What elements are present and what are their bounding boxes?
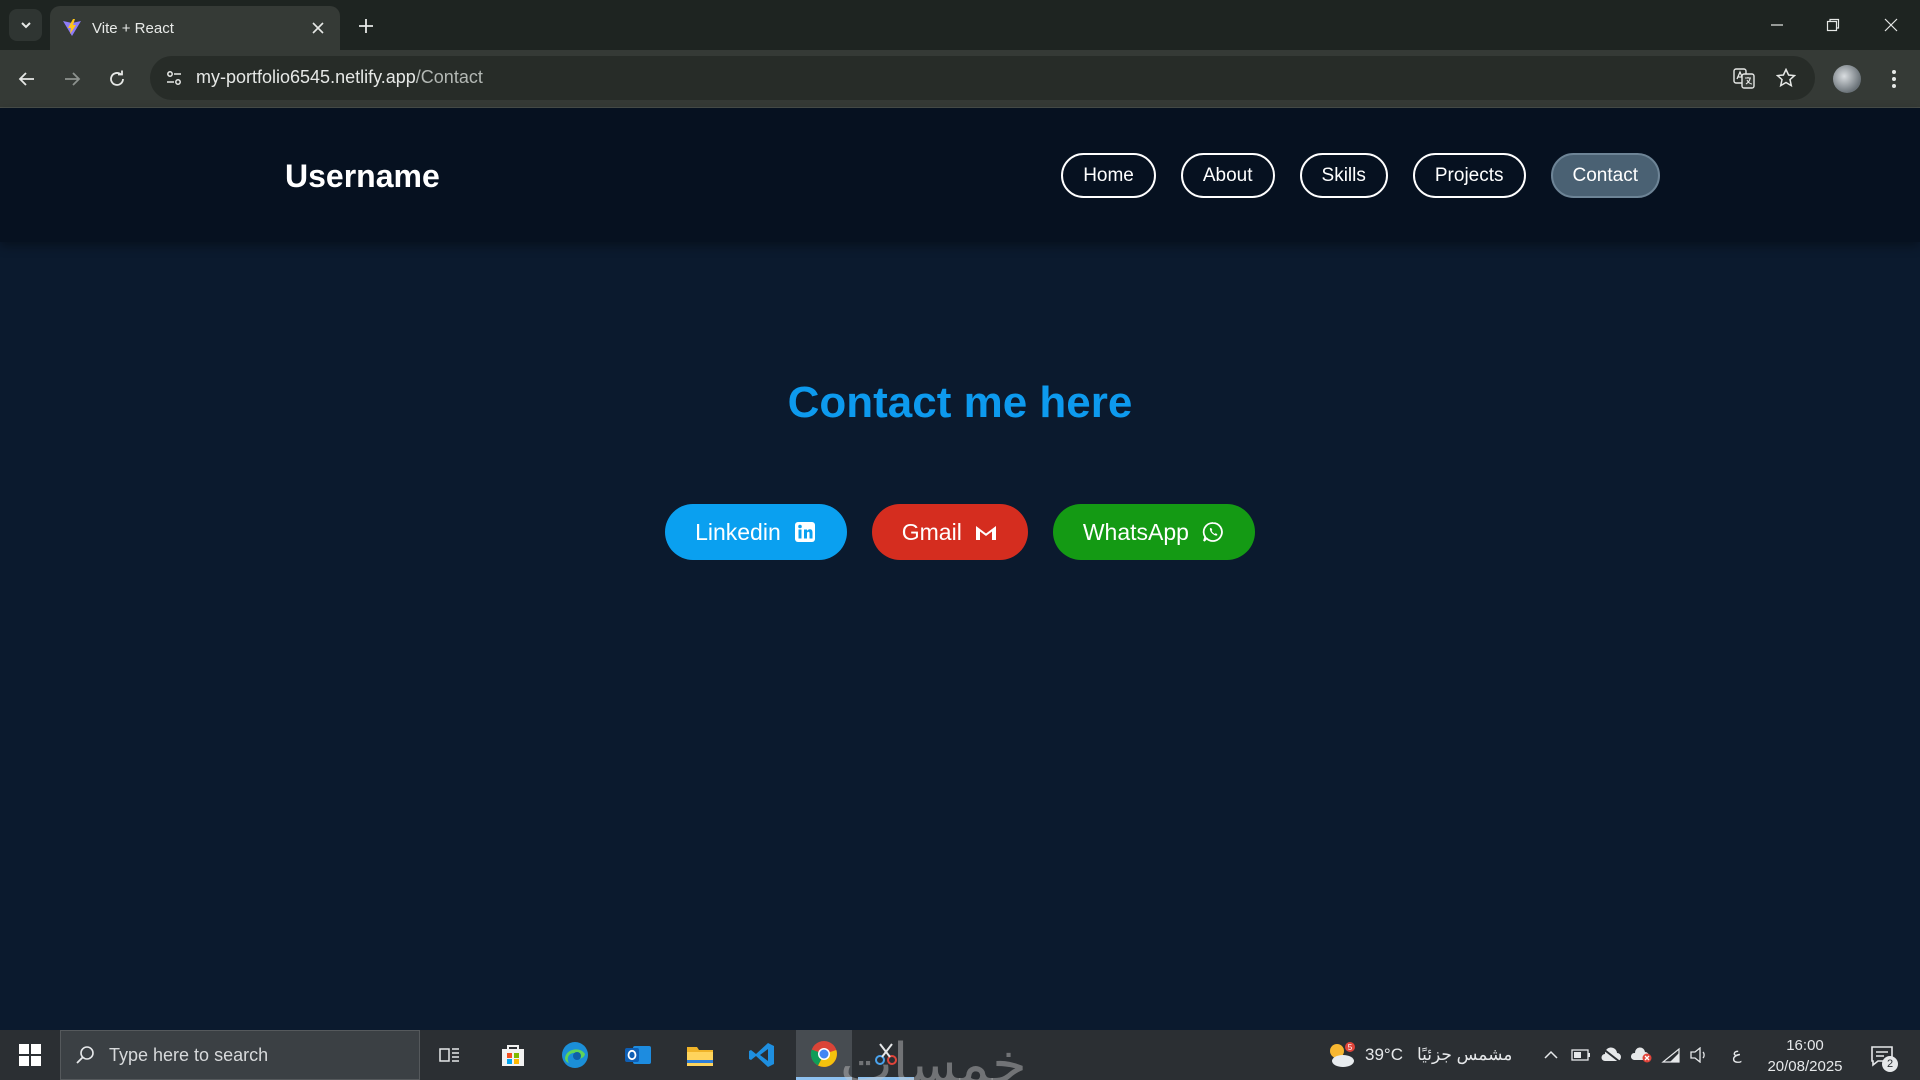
arrow-right-icon <box>65 72 81 86</box>
weather-badge: 5 <box>1348 1043 1353 1052</box>
contact-heading: Contact me here <box>787 378 1133 427</box>
nav-projects[interactable]: Projects <box>1412 153 1526 198</box>
linkedin-icon <box>793 520 817 544</box>
wifi-icon[interactable] <box>1658 1030 1684 1080</box>
weather-sun-cloud-icon: 5 <box>1330 1042 1355 1067</box>
close-window-button[interactable] <box>1876 10 1906 40</box>
site-info-button[interactable] <box>160 64 188 92</box>
contact-buttons: Linkedin Gmail WhatsApp <box>0 504 1920 560</box>
more-vert-icon <box>1892 70 1896 88</box>
nav-contact[interactable]: Contact <box>1550 153 1660 198</box>
task-view-icon <box>439 1048 459 1062</box>
watermark-logo: خمسات <box>840 1032 1027 1080</box>
weather-temperature: 39°C <box>1365 1045 1403 1064</box>
url-text: my-portfolio6545.netlify.app/Contact <box>196 67 483 88</box>
bookmark-star-icon[interactable] <box>1772 64 1800 92</box>
folder-icon <box>687 1047 713 1066</box>
tray-chevron-icon[interactable] <box>1538 1030 1564 1080</box>
windows-logo-icon <box>19 1044 41 1066</box>
linkedin-button[interactable]: Linkedin <box>665 504 847 560</box>
weather-condition: مشمس جزئيًا <box>1416 1045 1513 1064</box>
gmail-icon <box>974 520 998 544</box>
search-placeholder: Type here to search <box>109 1044 269 1065</box>
chevron-down-icon <box>20 22 31 29</box>
back-button[interactable] <box>12 64 42 94</box>
nav-about[interactable]: About <box>1180 153 1275 198</box>
reload-icon <box>110 70 124 86</box>
whatsapp-icon <box>1201 520 1225 544</box>
site-brand[interactable]: Username <box>285 158 440 195</box>
notification-center-button[interactable]: 2 <box>1862 1040 1902 1072</box>
close-icon[interactable] <box>308 18 328 38</box>
restore-button[interactable] <box>1818 10 1848 40</box>
weather-widget[interactable]: 5 39°C مشمس جزئيًا <box>1325 1030 1512 1080</box>
clock-time: 16:00 <box>1786 1037 1824 1054</box>
store-icon <box>502 1045 524 1066</box>
browser-menu-button[interactable] <box>1880 64 1908 94</box>
onedrive-error-icon[interactable] <box>1628 1030 1654 1080</box>
minimize-icon <box>1771 24 1783 26</box>
notification-count-badge: 2 <box>1882 1056 1898 1072</box>
search-icon <box>76 1046 94 1064</box>
close-icon <box>1884 18 1898 32</box>
address-bar[interactable]: my-portfolio6545.netlify.app/Contact <box>150 56 1815 100</box>
whatsapp-button[interactable]: WhatsApp <box>1052 504 1255 560</box>
new-tab-button[interactable] <box>352 12 380 40</box>
cloud-offline-icon[interactable] <box>1598 1030 1624 1080</box>
edge-button[interactable] <box>547 1030 603 1080</box>
chrome-icon <box>810 1040 837 1067</box>
microsoft-store-button[interactable] <box>485 1030 541 1080</box>
reload-button[interactable] <box>102 64 132 94</box>
browser-tab-bar: Vite + React <box>0 0 1920 50</box>
site-nav: Home About Skills Projects Contact <box>1061 153 1660 198</box>
start-button[interactable] <box>0 1030 60 1080</box>
url-path: /Contact <box>415 67 483 87</box>
translate-icon[interactable] <box>1730 64 1758 92</box>
browser-toolbar: my-portfolio6545.netlify.app/Contact <box>0 50 1920 108</box>
battery-icon[interactable] <box>1568 1030 1594 1080</box>
tab-search-button[interactable] <box>9 9 42 41</box>
task-view-button[interactable] <box>422 1030 478 1080</box>
gmail-button-label: Gmail <box>901 518 962 545</box>
outlook-icon <box>625 1046 651 1064</box>
restore-icon <box>1826 18 1840 32</box>
site-header: Username Home About Skills Projects Cont… <box>0 108 1920 242</box>
web-page: Username Home About Skills Projects Cont… <box>0 108 1920 1030</box>
nav-home[interactable]: Home <box>1061 153 1156 198</box>
input-language-indicator[interactable]: ع <box>1732 1044 1742 1064</box>
vscode-button[interactable] <box>734 1030 790 1080</box>
windows-taskbar: Type here to search خمسات 5 39°C مشمس جز… <box>0 1030 1920 1080</box>
whatsapp-button-label: WhatsApp <box>1082 518 1189 545</box>
clock-date: 20/08/2025 <box>1767 1058 1843 1075</box>
profile-avatar[interactable] <box>1833 65 1861 93</box>
arrow-left-icon <box>18 72 34 86</box>
forward-button[interactable] <box>57 64 87 94</box>
linkedin-button-label: Linkedin <box>695 518 781 545</box>
volume-icon[interactable] <box>1686 1030 1712 1080</box>
edge-icon <box>562 1042 588 1068</box>
vite-logo-icon <box>63 19 81 36</box>
url-host: my-portfolio6545.netlify.app <box>196 67 416 87</box>
tune-icon <box>167 71 181 85</box>
plus-icon <box>359 19 373 33</box>
browser-tab[interactable]: Vite + React <box>50 6 340 50</box>
vscode-icon <box>749 1043 774 1067</box>
taskbar-search[interactable]: Type here to search <box>60 1030 420 1080</box>
minimize-button[interactable] <box>1762 10 1792 40</box>
tab-title: Vite + React <box>92 19 174 37</box>
system-clock[interactable]: 16:00 20/08/2025 <box>1760 1035 1850 1077</box>
outlook-button[interactable] <box>610 1030 666 1080</box>
gmail-button[interactable]: Gmail <box>871 504 1028 560</box>
file-explorer-button[interactable] <box>672 1030 728 1080</box>
nav-skills[interactable]: Skills <box>1299 153 1388 198</box>
